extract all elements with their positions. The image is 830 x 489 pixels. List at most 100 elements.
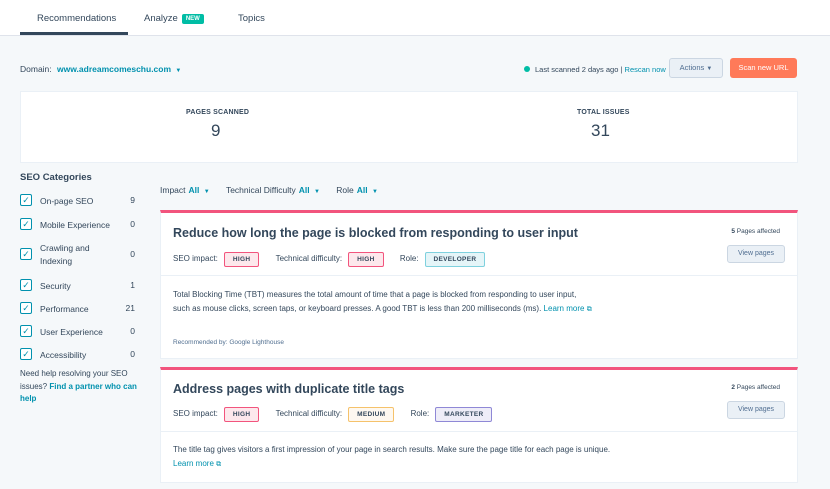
- card-meta-row: SEO impact: HIGH Technical difficulty: MED…: [173, 407, 506, 422]
- tab-recommendations[interactable]: Recommendations: [37, 13, 116, 24]
- category-count: 0: [130, 219, 135, 229]
- role-label: Role:: [410, 409, 430, 418]
- category-count: 9: [130, 195, 135, 205]
- pages-affected-count: 5: [731, 228, 735, 235]
- actions-button[interactable]: Actions ▼: [669, 58, 723, 78]
- description-text: The title tag gives visitors a first imp…: [173, 445, 611, 454]
- card-divider: [161, 431, 797, 432]
- seo-impact-label: SEO impact:: [173, 409, 218, 418]
- total-issues-label: TOTAL ISSUES: [577, 109, 630, 116]
- technical-difficulty-label: Technical difficulty:: [275, 254, 343, 263]
- pages-scanned-label: PAGES SCANNED: [186, 109, 250, 116]
- description-text: Total Blocking Time (TBT) measures the t…: [173, 290, 577, 313]
- checkbox-checked-icon[interactable]: ✓: [20, 302, 32, 314]
- seo-categories-sidebar: SEO Categories ✓ On-page SEO 9 ✓ Mobile …: [20, 172, 145, 403]
- new-badge: NEW: [181, 14, 204, 24]
- checkbox-checked-icon[interactable]: ✓: [20, 218, 32, 230]
- pages-affected-label: Pages affected: [736, 384, 780, 391]
- category-count: 21: [125, 303, 135, 313]
- card-meta-row: SEO impact: HIGH Technical difficulty: HIG…: [173, 252, 499, 267]
- tab-label: Recommendations: [37, 13, 117, 24]
- checkbox-checked-icon[interactable]: ✓: [20, 348, 32, 360]
- learn-more-link[interactable]: Learn more ⧉: [544, 304, 592, 313]
- pages-affected-count: 2: [731, 384, 735, 391]
- category-count: 0: [130, 326, 135, 336]
- category-label: User Experience: [40, 327, 103, 337]
- scan-status: Last scanned 2 days ago | Rescan now: [524, 65, 666, 74]
- seo-impact-label: SEO impact:: [173, 254, 218, 263]
- pages-affected-label: Pages affected: [736, 228, 780, 235]
- recommended-by: Recommended by: Google Lighthouse: [173, 339, 284, 346]
- seo-impact-badge: HIGH: [223, 407, 260, 422]
- help-text: Need help resolving your SEO issues? Fin…: [20, 368, 145, 406]
- technical-difficulty-badge: MEDIUM: [348, 407, 395, 422]
- category-label: Security: [40, 281, 71, 291]
- card-title: Reduce how long the page is blocked from…: [173, 226, 578, 240]
- chevron-down-icon: ▼: [372, 189, 378, 195]
- checkbox-checked-icon[interactable]: ✓: [20, 248, 32, 260]
- filter-bar: Impact All ▼ Technical Difficulty All ▼ Ro…: [160, 185, 392, 195]
- sidebar-title: SEO Categories: [20, 172, 92, 183]
- role-filter-dropdown[interactable]: All ▼: [357, 185, 378, 195]
- pages-scanned-value: 9: [211, 121, 221, 140]
- category-label: On-page SEO: [40, 196, 94, 206]
- chevron-down-icon: ▼: [706, 66, 713, 72]
- recommendation-card: Reduce how long the page is blocked from…: [160, 210, 798, 359]
- learn-more-label: Learn more: [173, 458, 214, 468]
- learn-more-link[interactable]: Learn more ⧉: [173, 459, 221, 468]
- category-label: Performance: [40, 304, 89, 314]
- external-link-icon: ⧉: [216, 460, 222, 468]
- domain-row: Domain: www.adreamcomeschu.com ▼: [20, 64, 181, 74]
- view-pages-button[interactable]: View pages: [727, 401, 785, 419]
- total-issues-value: 31: [591, 121, 610, 140]
- filter-value: All: [356, 185, 368, 195]
- category-label: Accessibility: [40, 350, 87, 360]
- technical-difficulty-label: Technical difficulty:: [275, 409, 343, 418]
- last-scanned-text: Last scanned 2 days ago |: [535, 65, 623, 74]
- card-divider: [161, 275, 797, 276]
- checkbox-checked-icon[interactable]: ✓: [20, 279, 32, 291]
- pages-affected: 2 Pages affected: [731, 384, 780, 391]
- card-description: The title tag gives visitors a first imp…: [173, 443, 613, 471]
- tab-analyze[interactable]: Analyze NEW: [144, 13, 204, 24]
- tab-label: Analyze: [144, 13, 178, 24]
- learn-more-label: Learn more: [543, 303, 585, 313]
- category-label: Crawling and Indexing: [40, 243, 90, 266]
- role-badge: DEVELOPER: [424, 252, 486, 267]
- checkbox-checked-icon[interactable]: ✓: [20, 325, 32, 337]
- status-dot-icon: [524, 66, 530, 72]
- view-pages-button[interactable]: View pages: [727, 245, 785, 263]
- role-badge: MARKETER: [435, 407, 493, 422]
- recommendation-card: Address pages with duplicate title tags …: [160, 367, 798, 483]
- card-description: Total Blocking Time (TBT) measures the t…: [173, 288, 593, 316]
- technical-difficulty-badge: HIGH: [348, 252, 384, 267]
- tab-topics[interactable]: Topics: [238, 13, 265, 24]
- difficulty-filter-dropdown[interactable]: All ▼: [299, 185, 320, 195]
- external-link-icon: ⧉: [586, 305, 592, 313]
- domain-value: www.adreamcomeschu.com: [57, 64, 172, 74]
- domain-dropdown[interactable]: www.adreamcomeschu.com ▼: [57, 64, 181, 74]
- scan-new-url-button[interactable]: Scan new URL: [730, 58, 797, 78]
- impact-filter-label: Impact: [160, 185, 186, 195]
- stats-panel: PAGES SCANNED 9 TOTAL ISSUES 31: [20, 91, 798, 163]
- category-count: 0: [130, 249, 135, 259]
- domain-label: Domain:: [20, 64, 52, 74]
- pages-affected: 5 Pages affected: [731, 228, 780, 235]
- category-count: 0: [130, 349, 135, 359]
- checkbox-checked-icon[interactable]: ✓: [20, 194, 32, 206]
- chevron-down-icon: ▼: [175, 68, 182, 74]
- tab-bar: Recommendations Analyze NEW Topics: [0, 0, 830, 36]
- impact-filter-dropdown[interactable]: All ▼: [189, 185, 210, 195]
- seo-impact-badge: HIGH: [223, 252, 260, 267]
- difficulty-filter-label: Technical Difficulty: [225, 185, 296, 195]
- category-count: 1: [130, 280, 135, 290]
- actions-label: Actions: [679, 63, 705, 72]
- rescan-now-link[interactable]: Rescan now: [625, 65, 666, 74]
- active-tab-indicator: [20, 32, 128, 35]
- chevron-down-icon: ▼: [313, 189, 320, 195]
- card-title: Address pages with duplicate title tags: [173, 382, 405, 396]
- role-filter-label: Role: [336, 185, 354, 195]
- category-label: Mobile Experience: [40, 220, 110, 230]
- chevron-down-icon: ▼: [203, 189, 210, 195]
- role-label: Role:: [399, 254, 419, 263]
